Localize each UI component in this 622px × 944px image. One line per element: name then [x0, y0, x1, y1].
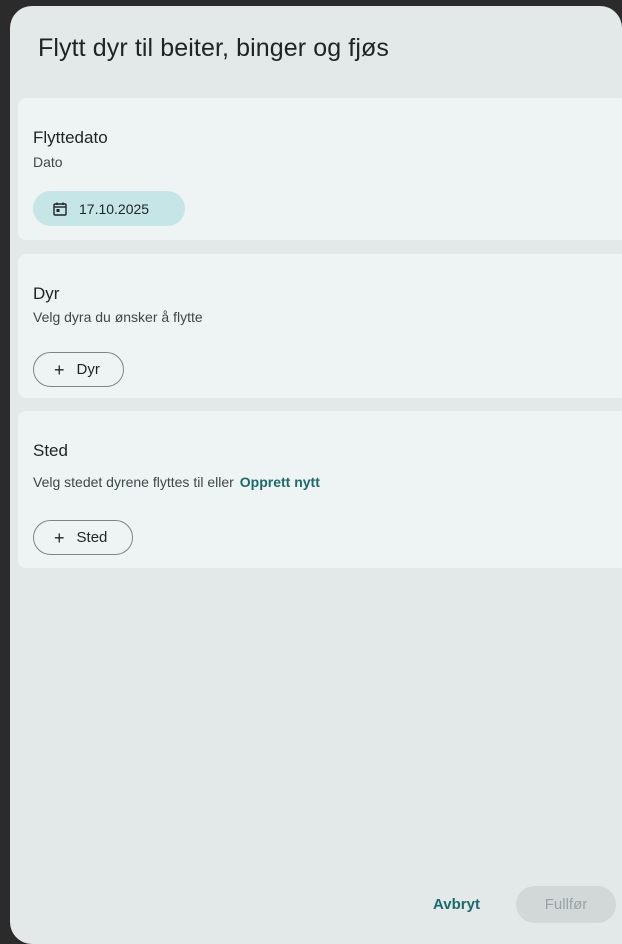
create-new-place-link[interactable]: Opprett nytt	[240, 474, 320, 490]
calendar-icon	[53, 202, 67, 216]
date-picker-button[interactable]: 17.10.2025	[33, 191, 185, 226]
animals-section-subtitle: Velg dyra du ønsker å flytte	[33, 309, 203, 325]
add-place-button[interactable]: + Sted	[33, 520, 133, 555]
add-place-label: Sted	[76, 529, 108, 546]
date-section: Flyttedato Dato 17.10.2025	[18, 98, 622, 240]
move-animals-dialog: Flytt dyr til beiter, binger og fjøs Fly…	[10, 6, 622, 944]
date-section-subtitle: Dato	[33, 154, 63, 170]
cancel-button[interactable]: Avbryt	[433, 896, 480, 913]
dialog-title: Flytt dyr til beiter, binger og fjøs	[38, 34, 389, 62]
animals-section: Dyr Velg dyra du ønsker å flytte + Dyr	[18, 254, 622, 398]
plus-icon: +	[54, 359, 65, 380]
place-subtitle-text: Velg stedet dyrene flyttes til eller	[33, 474, 234, 490]
add-animals-label: Dyr	[76, 361, 100, 378]
date-value: 17.10.2025	[79, 200, 150, 217]
place-section: Sted Velg stedet dyrene flyttes til elle…	[18, 411, 622, 568]
plus-icon: +	[54, 527, 65, 548]
add-animals-button[interactable]: + Dyr	[33, 352, 124, 387]
finish-button[interactable]: Fullfør	[516, 886, 616, 923]
date-section-title: Flyttedato	[33, 128, 108, 147]
place-section-title: Sted	[33, 441, 68, 460]
animals-section-title: Dyr	[33, 284, 60, 303]
place-section-subtitle: Velg stedet dyrene flyttes til eller Oppr…	[33, 474, 320, 490]
